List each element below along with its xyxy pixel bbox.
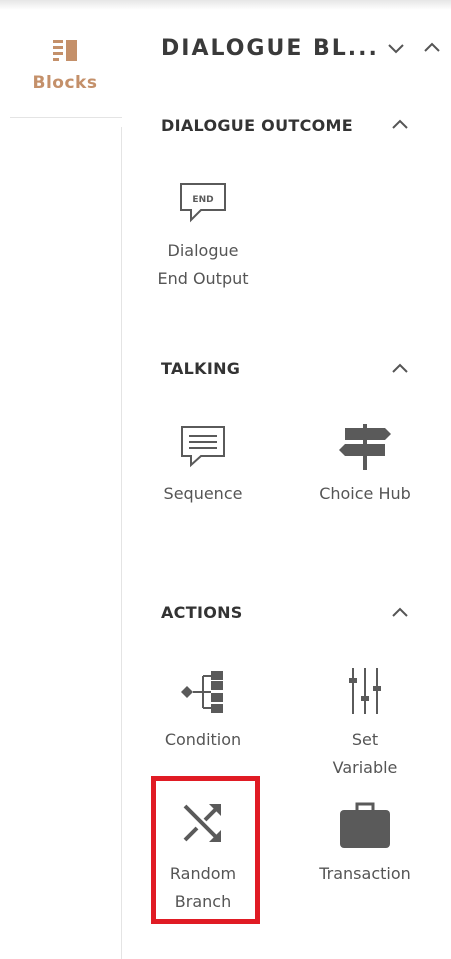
panel-title: DIALOGUE BL... (161, 36, 379, 61)
block-sequence[interactable]: Sequence (148, 422, 258, 512)
blocks-icon (53, 40, 77, 61)
block-label: End Output (157, 269, 249, 288)
block-label: Transaction (319, 864, 411, 883)
sliders-icon (349, 668, 381, 714)
tab-blocks[interactable]: Blocks (10, 25, 122, 118)
briefcase-icon (340, 802, 390, 848)
rail-divider (121, 127, 122, 959)
top-shadow (0, 0, 451, 10)
section-collapse-actions-icon[interactable] (390, 604, 410, 620)
speech-bubble-icon (181, 426, 225, 468)
selection-highlight (151, 776, 260, 924)
block-label: Sequence (163, 484, 243, 503)
block-label: Choice Hub (319, 484, 411, 503)
condition-tree-icon (181, 671, 223, 713)
block-transaction[interactable]: Transaction (310, 800, 420, 890)
block-dialogue-end-output[interactable]: END Dialogue End Output (148, 180, 258, 290)
chevron-down-icon[interactable] (386, 41, 406, 57)
block-set-variable[interactable]: Set Variable (310, 666, 420, 777)
tab-blocks-label: Blocks (32, 73, 98, 93)
block-label: Variable (332, 758, 398, 777)
block-label: Set (351, 730, 379, 749)
section-title-dialogue-outcome: DIALOGUE OUTCOME (161, 116, 353, 135)
left-rail (0, 10, 122, 959)
block-condition[interactable]: Condition (148, 666, 258, 756)
end-speech-bubble-icon: END (180, 183, 226, 223)
section-collapse-dialogue-outcome-icon[interactable] (390, 116, 410, 132)
signpost-icon (339, 424, 391, 470)
block-choice-hub[interactable]: Choice Hub (310, 422, 420, 512)
section-title-talking: TALKING (161, 359, 241, 378)
block-label: Condition (164, 730, 242, 749)
chevron-up-icon[interactable] (422, 39, 442, 55)
block-label: Dialogue (167, 241, 239, 260)
svg-text:END: END (192, 195, 213, 205)
section-title-actions: ACTIONS (161, 603, 243, 622)
section-collapse-talking-icon[interactable] (390, 360, 410, 376)
